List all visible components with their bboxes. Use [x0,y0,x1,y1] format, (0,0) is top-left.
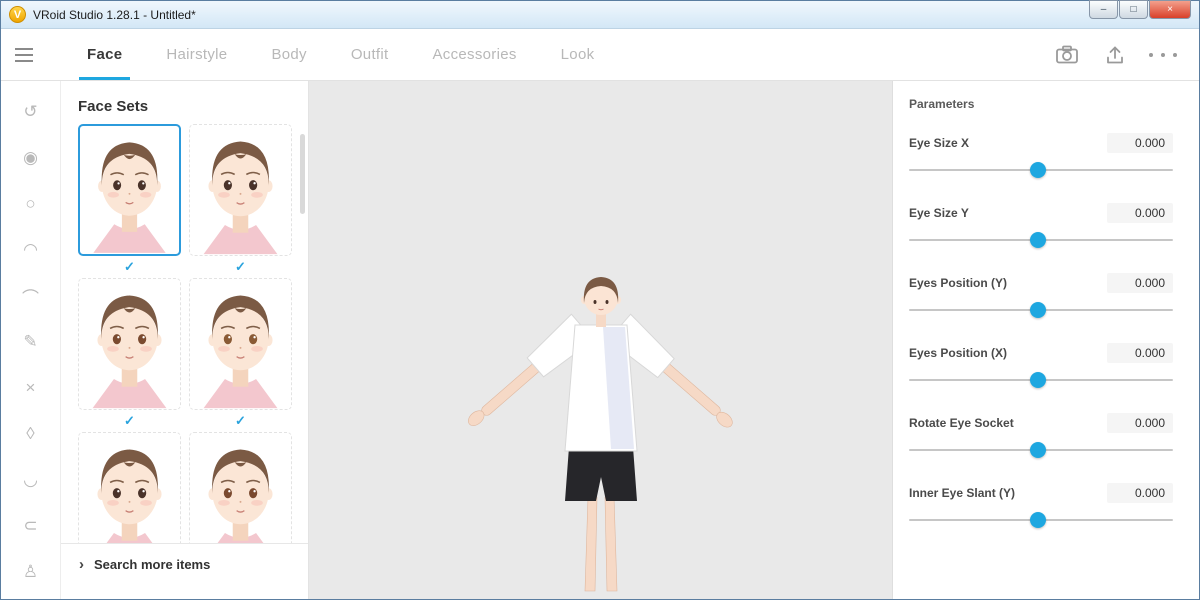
parameter-label: Inner Eye Slant (Y) [909,486,1015,500]
slider-track[interactable] [909,309,1173,311]
parameters-panel: Parameters Eye Size X 0.000 Eye Size Y 0… [892,81,1199,599]
face-set-item: ✓ [78,124,181,278]
search-more-label: Search more items [94,557,210,572]
parameter-value-input[interactable]: 0.000 [1107,483,1173,503]
face-set-thumbnail[interactable] [189,124,292,256]
tab-look[interactable]: Look [539,29,617,80]
window-controls: –□× [1088,0,1191,19]
tab-face[interactable]: Face [65,29,144,80]
chevron-right-icon: › [79,557,84,573]
eyes-tool[interactable]: ◉ [1,135,60,181]
parameter-value-input[interactable]: 0.000 [1107,343,1173,363]
slider-knob[interactable] [1030,442,1046,458]
face-set-item [189,432,292,543]
slider-knob[interactable] [1030,512,1046,528]
slider-knob[interactable] [1030,302,1046,318]
nav-tabs: FaceHairstyleBodyOutfitAccessoriesLook [65,29,616,80]
character-model [451,269,751,599]
parameter-value-input[interactable]: 0.000 [1107,203,1173,223]
slider-track[interactable] [909,169,1173,171]
slider-track[interactable] [909,519,1173,521]
search-more-items-button[interactable]: › Search more items [61,543,308,599]
applied-check-icon: ✓ [235,410,246,432]
window-title: VRoid Studio 1.28.1 - Untitled* [33,8,196,22]
title-bar[interactable]: V VRoid Studio 1.28.1 - Untitled* –□× [1,1,1199,29]
slider-knob[interactable] [1030,372,1046,388]
eyeline-tool[interactable]: ⌒ [1,273,60,319]
face-set-item: ✓ [78,278,181,432]
applied-check-icon: ✓ [124,410,135,432]
parameter-row: Eye Size Y 0.000 [909,203,1173,273]
applied-check-icon: ✓ [124,256,135,278]
face-sets-scrollbar[interactable] [300,134,305,214]
screenshot-camera-icon[interactable] [1049,37,1085,73]
parameter-label: Eyes Position (Y) [909,276,1007,290]
parameter-label: Eye Size X [909,136,969,150]
maximize-button[interactable]: □ [1119,0,1148,19]
main-content: ↺◉○◠⌒✎×◊◡⊂♙ Face Sets [1,81,1199,599]
face-contour-tool[interactable]: ○ [1,181,60,227]
mouth-tool[interactable]: ◡ [1,457,60,503]
face-set-thumbnail[interactable] [189,432,292,543]
parameter-label: Rotate Eye Socket [909,416,1014,430]
more-menu-kebab-icon[interactable] [1145,37,1181,73]
face-sets-panel: Face Sets ✓ [61,81,309,599]
tab-body[interactable]: Body [249,29,328,80]
parameter-label: Eye Size Y [909,206,969,220]
menu-button[interactable] [15,29,55,80]
slider-track[interactable] [909,379,1173,381]
nav-actions [1049,29,1185,80]
parameter-row: Inner Eye Slant (Y) 0.000 [909,483,1173,553]
vroid-logo-icon: V [9,6,26,23]
face-set-thumbnail[interactable] [78,432,181,543]
applied-check-icon: ✓ [235,256,246,278]
slider-track[interactable] [909,449,1173,451]
face-sets-tool[interactable]: ↺ [1,89,60,135]
slider-track[interactable] [909,239,1173,241]
tab-hairstyle[interactable]: Hairstyle [144,29,249,80]
tab-accessories[interactable]: Accessories [410,29,538,80]
face-set-item: ✓ [189,278,292,432]
close-button[interactable]: × [1149,0,1191,19]
slider-knob[interactable] [1030,162,1046,178]
parameter-row: Eyes Position (X) 0.000 [909,343,1173,413]
3d-viewport[interactable] [309,81,892,599]
top-nav: FaceHairstyleBodyOutfitAccessoriesLook [1,29,1199,81]
parameters-title: Parameters [909,97,1173,111]
parameter-value-input[interactable]: 0.000 [1107,413,1173,433]
tab-outfit[interactable]: Outfit [329,29,411,80]
parameter-value-input[interactable]: 0.000 [1107,273,1173,293]
face-set-thumbnail[interactable] [78,124,181,256]
eyebrows-tool[interactable]: ◠ [1,227,60,273]
makeup-tool[interactable]: ✎ [1,319,60,365]
ears-tool[interactable]: ⊂ [1,503,60,549]
face-sets-title: Face Sets [61,81,308,124]
parameter-row: Rotate Eye Socket 0.000 [909,413,1173,483]
face-set-thumbnail[interactable] [78,278,181,410]
tool-strip: ↺◉○◠⌒✎×◊◡⊂♙ [1,81,61,599]
eyelashes-tool[interactable]: × [1,365,60,411]
slider-knob[interactable] [1030,232,1046,248]
parameter-list: Eye Size X 0.000 Eye Size Y 0.000 Eyes P… [909,133,1173,553]
export-upload-icon[interactable] [1097,37,1133,73]
parameter-label: Eyes Position (X) [909,346,1007,360]
app-window: V VRoid Studio 1.28.1 - Untitled* –□× Fa… [0,0,1200,600]
face-set-item: ✓ [189,124,292,278]
face-set-thumbnail[interactable] [189,278,292,410]
parameter-row: Eyes Position (Y) 0.000 [909,273,1173,343]
nose-tool[interactable]: ◊ [1,411,60,457]
parameter-value-input[interactable]: 0.000 [1107,133,1173,153]
minimize-button[interactable]: – [1089,0,1118,19]
face-sets-grid: ✓ ✓ [61,124,308,543]
body-tool[interactable]: ♙ [1,549,60,595]
parameter-row: Eye Size X 0.000 [909,133,1173,203]
face-set-item [78,432,181,543]
